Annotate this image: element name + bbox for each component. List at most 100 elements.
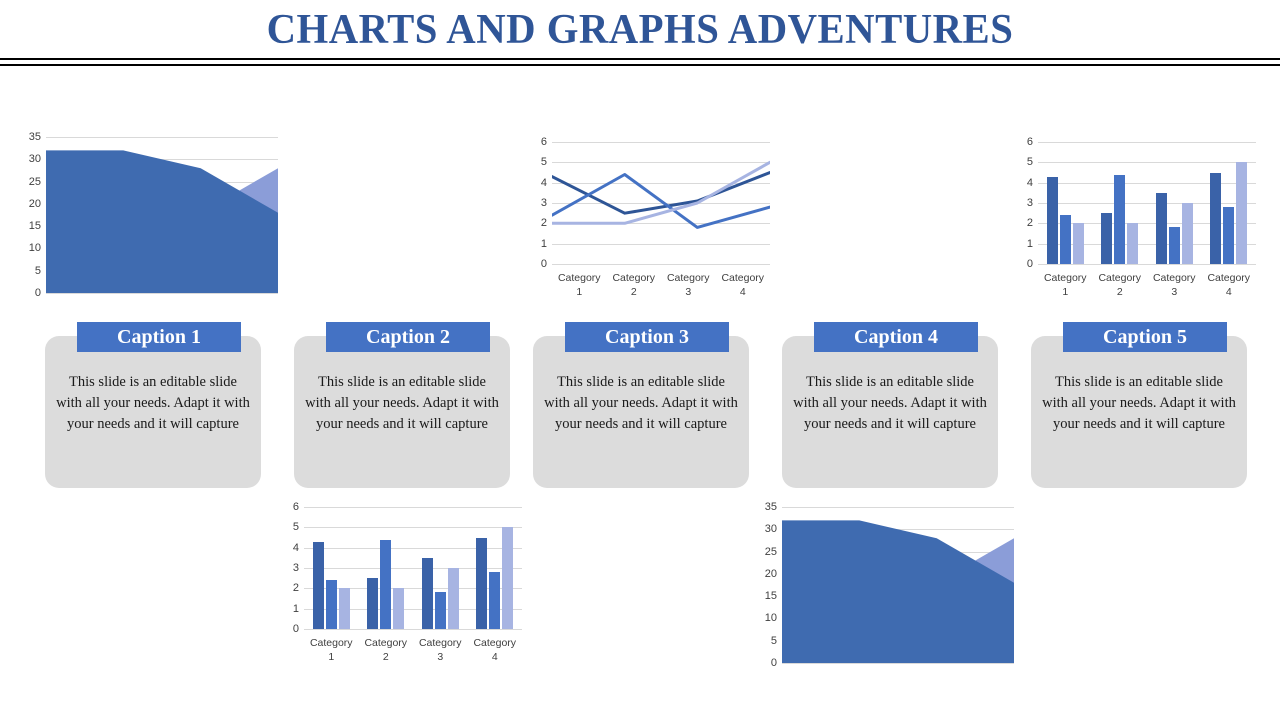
caption-card-title[interactable]: Caption 3 xyxy=(565,322,729,352)
gridline xyxy=(46,181,278,183)
y-axis-tick-label: 6 xyxy=(540,136,547,148)
y-axis-tick-label: 0 xyxy=(1026,258,1033,270)
x-axis-category-label: Category 4 xyxy=(721,272,765,299)
bar xyxy=(367,578,379,629)
y-axis-tick-label: 0 xyxy=(34,287,41,299)
gridline xyxy=(46,293,278,294)
gridline xyxy=(1038,162,1256,164)
caption-card-title[interactable]: Caption 2 xyxy=(326,322,490,352)
gridline xyxy=(304,568,522,569)
y-axis-tick-label: 20 xyxy=(764,567,777,580)
gridline xyxy=(1038,182,1256,184)
caption-card-title[interactable]: Caption 5 xyxy=(1063,322,1227,352)
gridline xyxy=(782,507,1014,508)
bar xyxy=(434,592,446,629)
x-axis-category-label: Category 1 xyxy=(309,637,353,664)
y-axis-tick-label: 10 xyxy=(764,612,777,625)
y-axis-tick-label: 35 xyxy=(764,501,777,513)
gridline xyxy=(552,223,770,225)
x-axis-category-label: Category 3 xyxy=(418,637,462,664)
line-series xyxy=(552,173,770,229)
y-axis-tick-label: 15 xyxy=(764,590,777,603)
plot-area: 0 1 2 3 4 5 6 Category 1 Category 2 Category 3 Catego… xyxy=(541,136,770,298)
x-axis-category-label: Category 3 xyxy=(666,272,710,299)
bar xyxy=(1181,203,1193,264)
line-series xyxy=(552,160,770,225)
page-title: CHARTS AND GRAPHS ADVENTURES xyxy=(266,7,1014,53)
gridline xyxy=(552,182,770,184)
gridline xyxy=(552,162,770,164)
bar xyxy=(447,568,459,629)
gridline xyxy=(1038,243,1256,245)
bar xyxy=(1168,227,1180,264)
x-axis-category-label: Category 3 xyxy=(1152,272,1196,299)
area-series xyxy=(782,520,1014,663)
y-axis-tick-label: 0 xyxy=(540,258,547,270)
gridline xyxy=(46,137,278,138)
y-axis-tick-label: 2 xyxy=(540,217,547,230)
bar xyxy=(1059,215,1071,264)
gridline xyxy=(552,203,770,204)
y-axis-tick-label: 4 xyxy=(540,176,547,189)
x-axis-category-label: Category 2 xyxy=(364,637,408,664)
y-axis-tick-label: 3 xyxy=(540,197,547,209)
gridline xyxy=(782,640,1014,642)
bar xyxy=(1223,207,1235,264)
x-axis-category-label: Category 2 xyxy=(1098,272,1142,299)
bar xyxy=(1072,223,1084,264)
slide-canvas: CHARTS AND GRAPHS ADVENTURES 0 5 10 15 20 25 3… xyxy=(0,0,1280,720)
caption-card-title[interactable]: Caption 1 xyxy=(77,322,241,352)
bar xyxy=(476,537,488,629)
y-axis-tick-label: 5 xyxy=(770,634,777,647)
gridline xyxy=(304,527,522,529)
y-axis-tick-label: 5 xyxy=(540,156,547,169)
gridline xyxy=(46,226,278,228)
y-axis-tick-label: 25 xyxy=(764,545,777,558)
bar xyxy=(1101,213,1113,264)
bar xyxy=(421,557,433,629)
gridline xyxy=(304,588,522,590)
caption-card-2[interactable]: Caption 2 This slide is an editable slide… xyxy=(294,322,510,492)
y-axis-tick-label: 35 xyxy=(28,131,41,143)
bar xyxy=(1210,172,1222,264)
gridline xyxy=(304,507,522,508)
caption-card-title[interactable]: Caption 4 xyxy=(814,322,978,352)
gridline xyxy=(304,608,522,610)
bar xyxy=(338,588,350,629)
gridline xyxy=(782,596,1014,598)
y-axis-tick-label: 3 xyxy=(292,562,299,574)
y-axis-tick-label: 1 xyxy=(292,602,299,615)
x-axis-category-label: Category 4 xyxy=(473,637,517,664)
y-axis-tick-label: 30 xyxy=(764,523,777,536)
gridline xyxy=(552,243,770,245)
series-layer xyxy=(782,520,1014,663)
bar xyxy=(489,572,501,629)
gridline xyxy=(1038,203,1256,204)
bar xyxy=(1127,223,1139,264)
y-axis-tick-label: 20 xyxy=(28,197,41,210)
caption-card-5[interactable]: Caption 5 This slide is an editable slide… xyxy=(1031,322,1247,492)
area-series xyxy=(782,538,1014,663)
y-axis-tick-label: 5 xyxy=(1026,156,1033,169)
y-axis-tick-label: 30 xyxy=(28,153,41,166)
y-axis-tick-label: 6 xyxy=(1026,136,1033,148)
caption-card-text: This slide is an editable slide with all… xyxy=(544,374,738,433)
caption-card-text: This slide is an editable slide with all… xyxy=(793,374,987,433)
line-series xyxy=(552,171,770,215)
gridline xyxy=(46,248,278,250)
y-axis-tick-label: 10 xyxy=(28,242,41,255)
bar xyxy=(312,541,324,629)
caption-card-1[interactable]: Caption 1 This slide is an editable slide… xyxy=(45,322,261,492)
y-axis-tick-label: 15 xyxy=(28,220,41,233)
plot-area: 0 1 2 3 4 5 6 Category 1 Category 2 Category 3 Catego… xyxy=(293,501,522,663)
y-axis-tick-label: 0 xyxy=(292,623,299,635)
y-axis-tick-label: 5 xyxy=(34,264,41,277)
gridline xyxy=(304,547,522,549)
caption-card-4[interactable]: Caption 4 This slide is an editable slide… xyxy=(782,322,998,492)
bar xyxy=(502,527,514,629)
title-divider-lower xyxy=(0,64,1280,66)
caption-card-text: This slide is an editable slide with all… xyxy=(56,374,250,433)
bar xyxy=(1236,162,1248,264)
y-axis-tick-label: 4 xyxy=(1026,176,1033,189)
caption-card-3[interactable]: Caption 3 This slide is an editable slide… xyxy=(533,322,749,492)
